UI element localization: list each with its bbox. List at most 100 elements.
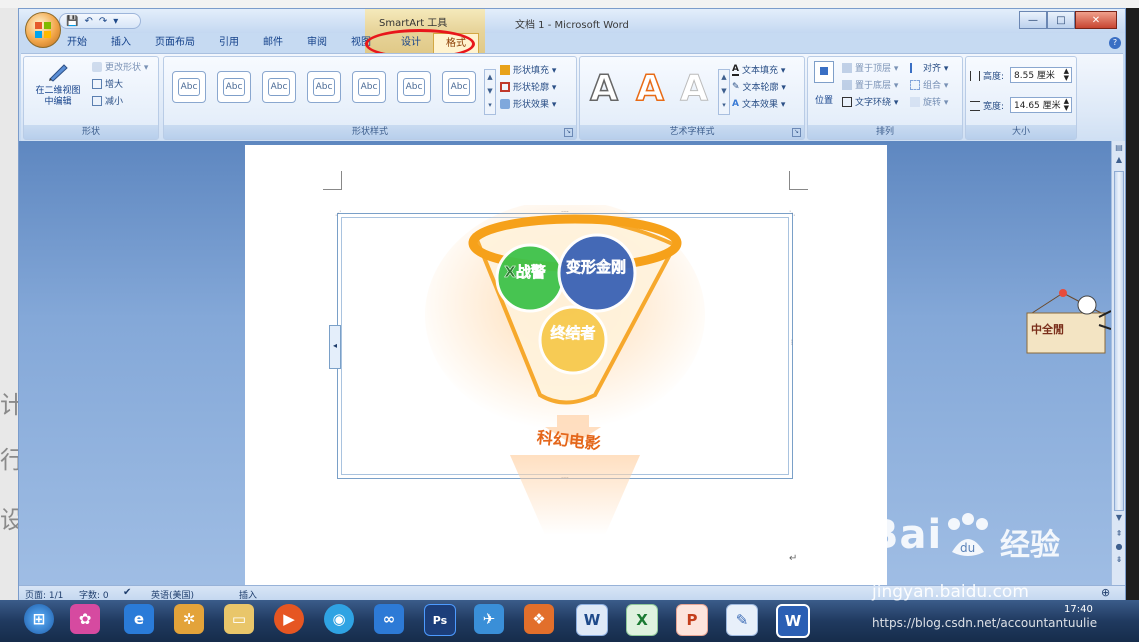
- paint-icon[interactable]: ✿: [70, 604, 100, 634]
- bird-icon[interactable]: ✈: [474, 604, 504, 634]
- larger-button[interactable]: 增大: [92, 77, 123, 90]
- resize-handle[interactable]: ⋮: [789, 340, 795, 346]
- align-label: 对齐 ▾: [923, 64, 949, 74]
- window-controls: — □ ✕: [1019, 11, 1117, 29]
- tab-review[interactable]: 审阅: [295, 33, 339, 53]
- shape-style-2[interactable]: Abc: [217, 71, 251, 103]
- group-shapes: 在二维视图中编辑 更改形状 ▾ 增大 减小 形状: [23, 56, 159, 140]
- redo-icon[interactable]: ↷: [99, 16, 107, 27]
- circle-label-terminator: 终结者: [550, 324, 596, 343]
- width-input[interactable]: 14.65 厘米 ▲ ▼: [1010, 97, 1072, 113]
- maximize-button[interactable]: □: [1047, 11, 1075, 29]
- background-top-strip: [0, 0, 1139, 8]
- scroll-down-icon[interactable]: ▼: [1114, 513, 1124, 525]
- height-input[interactable]: 8.55 厘米 ▲ ▼: [1010, 67, 1072, 83]
- width-spinner-icon[interactable]: ▲ ▼: [1064, 98, 1069, 112]
- photoshop-icon[interactable]: Ps: [424, 604, 456, 636]
- wordart-style-3[interactable]: A: [674, 67, 714, 109]
- text-pane-toggle[interactable]: ◂: [329, 325, 341, 369]
- text-fill-button[interactable]: A 文本填充 ▾: [732, 63, 785, 76]
- text-outline-button[interactable]: ✎ 文本轮廓 ▾: [732, 80, 786, 94]
- baidu-paw-icon: du: [942, 512, 994, 560]
- draw-icon[interactable]: ✎: [726, 604, 758, 636]
- tab-mailings[interactable]: 邮件: [251, 33, 295, 53]
- sync-icon[interactable]: ∞: [374, 604, 404, 634]
- change-shape-button[interactable]: 更改形状 ▾: [92, 60, 148, 73]
- window-title: 文档 1 - Microsoft Word: [515, 20, 629, 31]
- group-button[interactable]: 组合 ▾: [910, 78, 948, 91]
- word-icon[interactable]: W: [776, 604, 810, 638]
- tab-references[interactable]: 引用: [207, 33, 251, 53]
- resize-handle[interactable]: ⋱: [789, 211, 795, 217]
- send-back-button[interactable]: 置于底层 ▾: [842, 78, 898, 91]
- csdn-url-watermark: https://blog.csdn.net/accountantuulie: [872, 616, 1098, 630]
- shape-style-3[interactable]: Abc: [262, 71, 296, 103]
- ie-icon[interactable]: e: [124, 604, 154, 634]
- ribbon: 在二维视图中编辑 更改形状 ▾ 增大 减小 形状 Abc Abc Abc Abc…: [21, 53, 1123, 142]
- wordart-launcher[interactable]: ↘: [792, 128, 801, 137]
- folder-icon[interactable]: ▭: [224, 604, 254, 634]
- word-doc-icon[interactable]: W: [576, 604, 608, 636]
- align-icon: [910, 62, 920, 73]
- shape-fill-button[interactable]: 形状填充 ▾: [500, 63, 556, 76]
- wordart-style-1[interactable]: A: [584, 67, 624, 110]
- group-size: 高度: 8.55 厘米 ▲ ▼ 宽度: 14.65 厘米 ▲ ▼ 大小: [965, 56, 1077, 140]
- minimize-button[interactable]: —: [1019, 11, 1047, 29]
- style-gallery-scroll[interactable]: ▲ ▼ ▾: [484, 69, 496, 115]
- width-label: 宽度:: [983, 102, 1005, 112]
- wordart-gallery-scroll[interactable]: ▲ ▼ ▾: [718, 69, 730, 115]
- edit-in-2d-label: 在二维视图中编辑: [35, 86, 81, 107]
- position-button[interactable]: 位置: [812, 61, 836, 106]
- save-icon[interactable]: 💾: [66, 16, 78, 27]
- document-page[interactable]: ↵ ⋰ ···· ⋱ ⋮ ⋮ ···· ◂: [245, 145, 887, 585]
- scroll-up-icon[interactable]: ▲: [1114, 155, 1124, 169]
- undo-icon[interactable]: ↶: [84, 16, 92, 27]
- height-value: 8.55 厘米: [1014, 71, 1055, 81]
- media-icon[interactable]: ▶: [274, 604, 304, 634]
- wordart-style-2[interactable]: A: [630, 67, 670, 110]
- height-spinner-icon[interactable]: ▲ ▼: [1064, 68, 1069, 82]
- browse-object-icon[interactable]: ⇞ ● ⇟: [1114, 527, 1124, 566]
- clock[interactable]: 17:40: [1064, 604, 1093, 615]
- wrap-text-button[interactable]: 文字环绕 ▾: [842, 95, 898, 108]
- shape-style-5[interactable]: Abc: [352, 71, 386, 103]
- excel-icon[interactable]: X: [626, 604, 658, 636]
- shape-outline-button[interactable]: 形状轮廓 ▾: [500, 80, 556, 93]
- qq-music-icon[interactable]: ◉: [324, 604, 354, 634]
- proofing-icon[interactable]: ✔: [123, 587, 131, 598]
- help-icon[interactable]: ?: [1109, 37, 1121, 49]
- text-fill-label: 文本填充 ▾: [741, 66, 786, 76]
- shape-styles-launcher[interactable]: ↘: [564, 128, 573, 137]
- customize-qat-icon[interactable]: ▾: [113, 16, 118, 27]
- office-button[interactable]: [25, 12, 61, 48]
- vertical-scrollbar[interactable]: ▤ ▲ ▼ ⇞ ● ⇟: [1111, 141, 1125, 585]
- height-label-wrap: 高度:: [970, 69, 1004, 82]
- zoom-in-icon[interactable]: ⊕: [1101, 586, 1110, 599]
- bring-front-icon: [842, 62, 852, 73]
- close-button[interactable]: ✕: [1075, 11, 1117, 29]
- position-label: 位置: [814, 96, 833, 106]
- ruler-toggle-icon[interactable]: ▤: [1114, 143, 1124, 153]
- bring-front-label: 置于顶层 ▾: [855, 64, 899, 74]
- scroll-thumb[interactable]: [1114, 171, 1124, 511]
- powerpoint-icon[interactable]: P: [676, 604, 708, 636]
- tab-insert[interactable]: 插入: [99, 33, 143, 53]
- wrap-text-icon: [842, 96, 852, 107]
- start-orb-icon[interactable]: ⊞: [24, 604, 54, 634]
- tab-page-layout[interactable]: 页面布局: [143, 33, 207, 53]
- smaller-button[interactable]: 减小: [92, 94, 123, 107]
- bring-front-button[interactable]: 置于顶层 ▾: [842, 61, 898, 74]
- shape-style-6[interactable]: Abc: [397, 71, 431, 103]
- text-effects-button[interactable]: A 文本效果 ▾: [732, 97, 786, 111]
- gift-icon[interactable]: ❖: [524, 604, 554, 634]
- shape-effects-button[interactable]: 形状效果 ▾: [500, 97, 556, 110]
- tab-home[interactable]: 开始: [55, 33, 99, 53]
- pinwheel-icon[interactable]: ✲: [174, 604, 204, 634]
- rotate-button[interactable]: 旋转 ▾: [910, 95, 948, 108]
- shape-style-7[interactable]: Abc: [442, 71, 476, 103]
- text-effects-label: 文本效果 ▾: [741, 100, 786, 110]
- shape-style-4[interactable]: Abc: [307, 71, 341, 103]
- shape-style-1[interactable]: Abc: [172, 71, 206, 103]
- edit-in-2d-button[interactable]: 在二维视图中编辑: [32, 59, 84, 108]
- align-button[interactable]: 对齐 ▾: [910, 61, 948, 74]
